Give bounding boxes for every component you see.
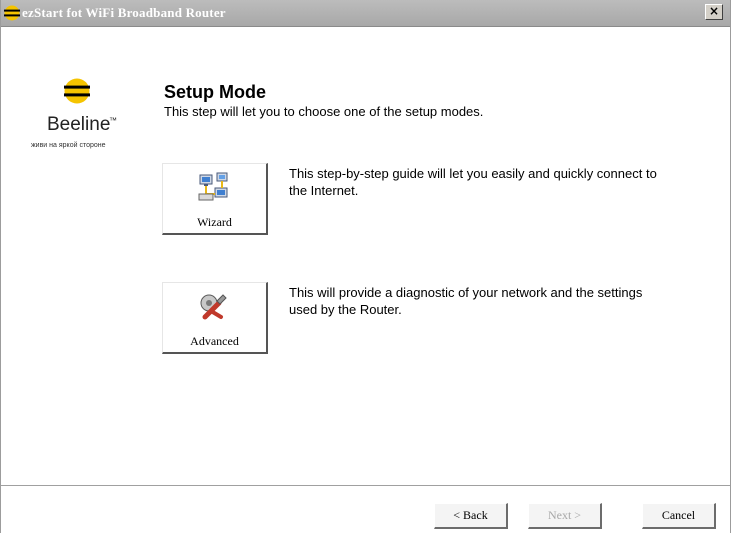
close-button[interactable]: × <box>705 4 723 20</box>
title-bar[interactable]: ezStart fot WiFi Broadband Router × <box>1 0 730 27</box>
footer-separator <box>1 485 730 487</box>
logo-trademark: ™ <box>109 116 117 125</box>
next-button[interactable]: Next > <box>528 503 602 529</box>
wizard-button[interactable]: Wizard <box>162 163 268 235</box>
advanced-label: Advanced <box>190 334 239 348</box>
logo-slogan: живи на яркой стороне <box>31 142 106 149</box>
wizard-description: This step-by-step guide will let you eas… <box>289 166 657 198</box>
beeline-logo: Beeline ™ живи на яркой стороне <box>31 78 121 158</box>
advanced-description: This will provide a diagnostic of your n… <box>289 285 643 317</box>
wrench-tools-icon <box>200 294 227 320</box>
window-title: ezStart fot WiFi Broadband Router <box>22 5 226 20</box>
logo-name: Beeline <box>47 114 111 135</box>
page-title: Setup Mode <box>164 82 266 102</box>
wizard-label: Wizard <box>197 215 232 229</box>
network-computers-icon <box>198 172 228 201</box>
cancel-button[interactable]: Cancel <box>642 503 716 529</box>
beeline-ball-icon <box>64 78 90 104</box>
advanced-button[interactable]: Advanced <box>162 282 268 354</box>
back-button[interactable]: < Back <box>434 503 508 529</box>
setup-window: ezStart fot WiFi Broadband Router × Beel… <box>0 0 731 533</box>
page-subtitle: This step will let you to choose one of … <box>164 104 484 119</box>
beeline-logo-icon <box>4 5 20 21</box>
